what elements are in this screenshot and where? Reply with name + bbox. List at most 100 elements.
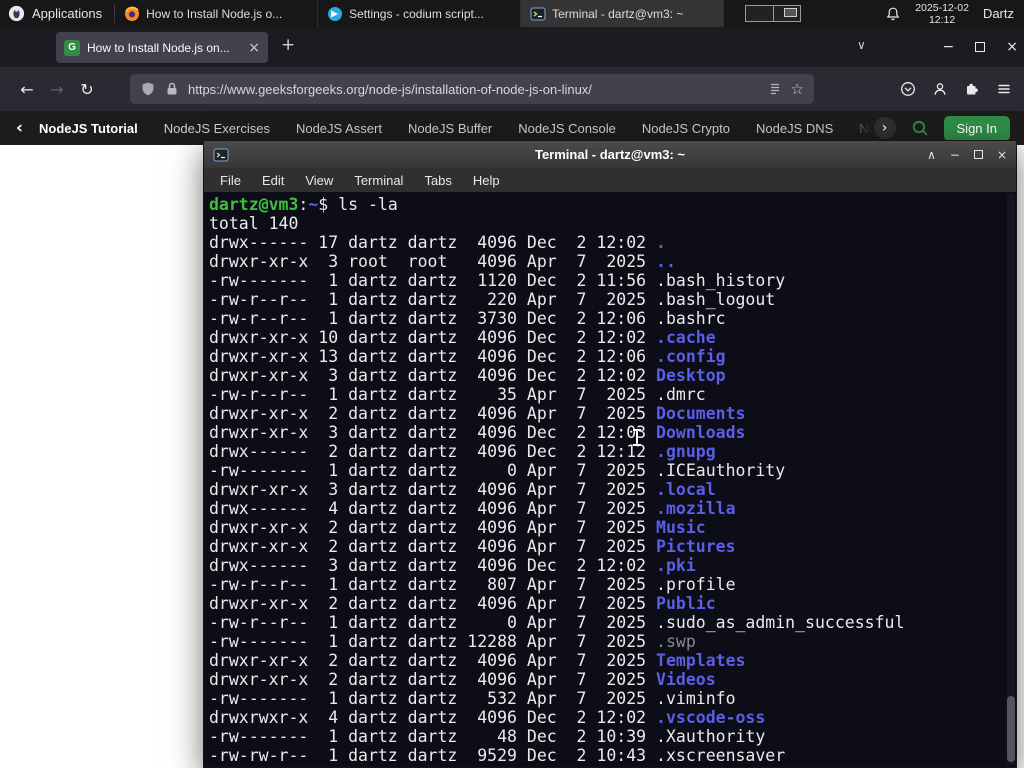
toolbar-icons	[900, 81, 1012, 97]
nav-item-nodejs-dns[interactable]: NodeJS DNS	[756, 121, 833, 136]
url-text[interactable]: https://www.geeksforgeeks.org/node-js/in…	[188, 82, 759, 97]
file-name: .config	[656, 347, 726, 366]
tab-title: How to Install Node.js on...	[87, 40, 230, 55]
menu-terminal[interactable]: Terminal	[354, 173, 403, 188]
taskbar-item-title: Terminal - dartz@vm3: ~	[552, 6, 684, 21]
file-name: .viminfo	[656, 689, 736, 708]
file-name: Downloads	[656, 423, 746, 442]
menu-hamburger-icon[interactable]	[996, 81, 1012, 97]
menu-edit[interactable]: Edit	[262, 173, 284, 188]
terminal-titlebar[interactable]: Terminal - dartz@vm3: ~ ∧ − ×	[204, 141, 1016, 168]
scrollbar-thumb[interactable]	[1007, 696, 1015, 762]
close-button[interactable]: ×	[1006, 39, 1018, 55]
file-name: .	[656, 233, 666, 252]
tab-close-icon[interactable]: ×	[248, 40, 260, 56]
terminal-output-line: -rw-r--r-- 1 dartz dartz 0 Apr 7 2025 .s…	[209, 613, 905, 632]
top-panel: Applications How to Install Node.js o...…	[0, 0, 1024, 27]
extensions-puzzle-icon[interactable]	[964, 81, 980, 97]
sign-in-button[interactable]: Sign In	[943, 115, 1010, 141]
file-name: .Xauthority	[656, 727, 766, 746]
file-name: Desktop	[656, 366, 726, 385]
nav-scroll-left-icon[interactable]: ‹	[16, 118, 23, 138]
file-name: .gnupg	[656, 442, 716, 461]
menu-tabs[interactable]: Tabs	[424, 173, 451, 188]
gfg-favicon: G	[64, 39, 80, 56]
terminal-title: Terminal - dartz@vm3: ~	[534, 147, 686, 162]
file-name: Videos	[656, 670, 716, 689]
terminal-output-line: -rw-r--r-- 1 dartz dartz 807 Apr 7 2025 …	[209, 575, 736, 594]
pocket-icon[interactable]	[900, 81, 916, 97]
terminal-output-line: -rw------- 1 dartz dartz 1120 Dec 2 11:5…	[209, 271, 786, 290]
maximize-button[interactable]	[973, 150, 983, 159]
file-name: .profile	[656, 575, 736, 594]
applications-menu[interactable]: Applications	[0, 0, 114, 27]
taskbar-item-browser[interactable]: How to Install Node.js o...	[115, 0, 319, 27]
terminal-output-line: drwxr-xr-x 2 dartz dartz 4096 Apr 7 2025…	[209, 537, 736, 556]
file-name: .bash_history	[656, 271, 786, 290]
back-button[interactable]: ←	[12, 80, 42, 99]
nav-item-nodejs-buffer[interactable]: NodeJS Buffer	[408, 121, 492, 136]
prompt-symbol: $	[318, 195, 339, 214]
account-icon[interactable]	[932, 81, 948, 97]
file-name: .cache	[656, 328, 716, 347]
clock[interactable]: 2025-12-02 12:12	[915, 2, 969, 26]
workspace-2[interactable]	[773, 6, 801, 21]
taskbar-item-title: Settings - codium script...	[349, 6, 484, 21]
terminal-output[interactable]: dartz@vm3:~$ ls -la total 140 drwx------…	[204, 192, 1016, 767]
new-tab-button[interactable]: +	[281, 35, 295, 55]
file-name: .local	[656, 480, 716, 499]
nav-item-nodejs-console[interactable]: NodeJS Console	[518, 121, 616, 136]
taskbar-item-terminal[interactable]: Terminal - dartz@vm3: ~	[521, 0, 725, 27]
terminal-window: Terminal - dartz@vm3: ~ ∧ − × File Edit …	[203, 140, 1017, 768]
prompt-separator: :	[298, 195, 309, 214]
taskbar-item-title: How to Install Node.js o...	[146, 6, 283, 21]
file-name: Pictures	[656, 537, 736, 556]
nav-scroll-right-icon[interactable]: ›	[873, 117, 896, 139]
browser-tab[interactable]: G How to Install Node.js on... ×	[56, 32, 268, 63]
desktop: Applications How to Install Node.js o...…	[0, 0, 1024, 768]
file-name: .sudo_as_admin_successful	[656, 613, 905, 632]
reload-button[interactable]: ↻	[72, 80, 102, 99]
workspace-window-thumb	[784, 8, 798, 17]
terminal-output-line: drwx------ 2 dartz dartz 4096 Dec 2 12:1…	[209, 442, 716, 461]
lock-icon[interactable]	[164, 81, 180, 97]
maximize-button[interactable]	[975, 42, 986, 52]
terminal-icon	[530, 7, 546, 20]
search-icon[interactable]	[911, 119, 929, 137]
file-name: .swp	[656, 632, 696, 651]
terminal-output-line: -rw------- 1 dartz dartz 48 Dec 2 10:39 …	[209, 727, 766, 746]
menu-file[interactable]: File	[220, 173, 241, 188]
list-tabs-icon[interactable]: ∨	[857, 38, 866, 52]
reader-mode-icon[interactable]	[767, 81, 783, 97]
url-bar[interactable]: https://www.geeksforgeeks.org/node-js/in…	[130, 74, 814, 104]
nav-item-nodejs-exercises[interactable]: NodeJS Exercises	[164, 121, 270, 136]
terminal-window-controls: ∧ − ×	[927, 148, 1007, 162]
workspace-switcher[interactable]	[745, 5, 802, 22]
nav-item-nodejs-crypto[interactable]: NodeJS Crypto	[642, 121, 730, 136]
file-name: .vscode-oss	[656, 708, 766, 727]
prompt-user-host: dartz@vm3	[209, 195, 299, 214]
close-button[interactable]: ×	[997, 148, 1007, 162]
nav-item-nodejs-tutorial[interactable]: NodeJS Tutorial	[39, 121, 138, 136]
menu-view[interactable]: View	[305, 173, 333, 188]
notifications-bell-icon[interactable]	[885, 6, 901, 22]
terminal-output-line: drwxr-xr-x 2 dartz dartz 4096 Apr 7 2025…	[209, 404, 746, 423]
terminal-output-line: -rw------- 1 dartz dartz 0 Apr 7 2025 .I…	[209, 461, 786, 480]
menu-help[interactable]: Help	[473, 173, 500, 188]
minimize-button[interactable]: −	[943, 39, 955, 55]
terminal-output-line: drwxr-xr-x 2 dartz dartz 4096 Apr 7 2025…	[209, 518, 706, 537]
terminal-scrollbar[interactable]	[1007, 194, 1015, 765]
terminal-total-line: total 140	[209, 214, 299, 233]
nav-item-nodejs-assert[interactable]: NodeJS Assert	[296, 121, 382, 136]
file-name: Music	[656, 518, 706, 537]
tracking-shield-icon[interactable]	[140, 81, 156, 97]
shade-button[interactable]: ∧	[927, 148, 936, 162]
workspace-1[interactable]	[746, 6, 774, 21]
terminal-output-line: drwxr-xr-x 10 dartz dartz 4096 Dec 2 12:…	[209, 328, 716, 347]
taskbar-item-codium[interactable]: Settings - codium script...	[318, 0, 522, 27]
minimize-button[interactable]: −	[950, 148, 960, 162]
forward-button[interactable]: →	[42, 80, 72, 99]
file-name: Documents	[656, 404, 746, 423]
applications-icon	[8, 5, 25, 22]
bookmark-star-icon[interactable]: ☆	[791, 80, 804, 98]
